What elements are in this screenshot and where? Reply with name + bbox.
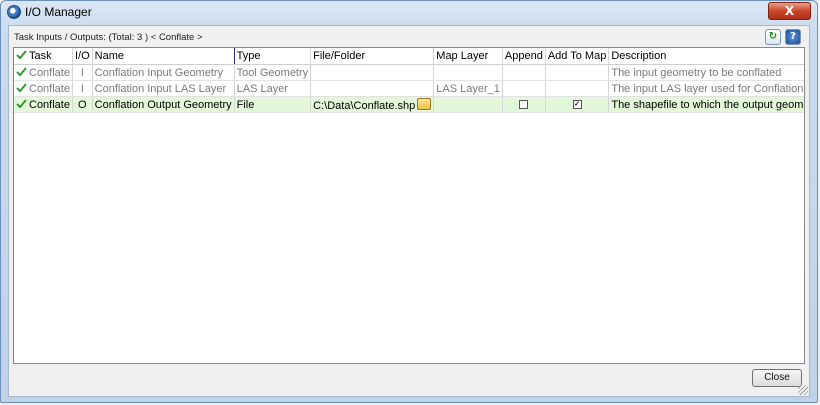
info-bar: Task Inputs / Outputs: (Total: 3 ) < Con… <box>13 28 805 46</box>
check-icon <box>16 82 27 93</box>
col-add-to-map[interactable]: Add To Map <box>545 48 610 65</box>
cell-description: The shapefile to which the output geomet… <box>608 96 804 113</box>
col-name[interactable]: Name <box>92 48 235 65</box>
help-icon[interactable]: ? <box>785 29 801 45</box>
refresh-icon[interactable]: ↻ <box>765 29 781 45</box>
cell-name: Conflation Input LAS Layer <box>92 80 235 97</box>
cell-append <box>502 64 546 81</box>
add-to-map-checkbox[interactable] <box>572 100 582 110</box>
task-summary-text: Task Inputs / Outputs: (Total: 3 ) < Con… <box>14 32 203 43</box>
table-row[interactable]: Conflate I Conflation Input LAS Layer LA… <box>14 80 804 97</box>
cell-file[interactable]: C:\Data\Conflate.shp <box>310 96 435 113</box>
cell-map-layer <box>433 64 503 81</box>
window-title: I/O Manager <box>25 5 92 19</box>
col-io[interactable]: I/O <box>72 48 93 65</box>
header-row: Task I/O Name Type File/Folder Map Layer… <box>14 48 804 65</box>
cell-task: Conflate <box>14 64 73 81</box>
cell-io: O <box>72 96 93 113</box>
cell-map-layer <box>433 96 503 113</box>
cell-map-layer[interactable]: LAS Layer_1 <box>433 80 503 97</box>
dialog-client: Task Inputs / Outputs: (Total: 3 ) < Con… <box>8 25 810 397</box>
col-task[interactable]: Task <box>14 48 73 65</box>
folder-browse-icon[interactable] <box>417 97 432 110</box>
cell-type: LAS Layer <box>234 80 312 97</box>
cell-append <box>502 96 546 113</box>
cell-description: The input geometry to be conflated <box>608 64 804 81</box>
table-row[interactable]: Conflate I Conflation Input Geometry Too… <box>14 64 804 81</box>
io-manager-window: I/O Manager X Task Inputs / Outputs: (To… <box>0 0 818 403</box>
col-append[interactable]: Append <box>502 48 546 65</box>
check-icon <box>16 98 27 109</box>
resize-grip-icon[interactable] <box>798 385 808 395</box>
title-bar: I/O Manager X <box>1 1 817 23</box>
io-table: Task I/O Name Type File/Folder Map Layer… <box>14 48 804 113</box>
cell-add-to-map <box>545 96 610 113</box>
cell-type: Tool Geometry <box>234 64 312 81</box>
file-path-text[interactable]: C:\Data\Conflate.shp <box>313 100 415 112</box>
col-description[interactable]: Description <box>608 48 804 65</box>
cell-append <box>502 80 546 97</box>
cell-name: Conflation Input Geometry <box>92 64 235 81</box>
app-icon <box>7 5 21 19</box>
cell-description: The input LAS layer used for Conflation <box>608 80 804 97</box>
cell-name: Conflation Output Geometry <box>92 96 235 113</box>
window-close-button[interactable]: X <box>768 2 811 20</box>
check-icon <box>16 66 27 77</box>
close-button[interactable]: Close <box>752 369 802 387</box>
cell-io: I <box>72 64 93 81</box>
col-type[interactable]: Type <box>234 48 312 65</box>
table-row-selected[interactable]: Conflate O Conflation Output Geometry Fi… <box>14 96 804 113</box>
io-grid: Task I/O Name Type File/Folder Map Layer… <box>13 47 805 364</box>
col-file-folder[interactable]: File/Folder <box>310 48 435 65</box>
cell-file <box>310 64 435 81</box>
footer-bar: Close <box>9 366 809 396</box>
cell-io: I <box>72 80 93 97</box>
cell-add-to-map <box>545 80 610 97</box>
check-icon <box>16 50 27 60</box>
cell-add-to-map <box>545 64 610 81</box>
cell-file <box>310 80 435 97</box>
cell-task: Conflate <box>14 80 73 97</box>
append-checkbox[interactable] <box>519 100 529 110</box>
cell-type: File <box>234 96 312 113</box>
col-map-layer[interactable]: Map Layer <box>433 48 503 65</box>
cell-task: Conflate <box>14 96 73 113</box>
